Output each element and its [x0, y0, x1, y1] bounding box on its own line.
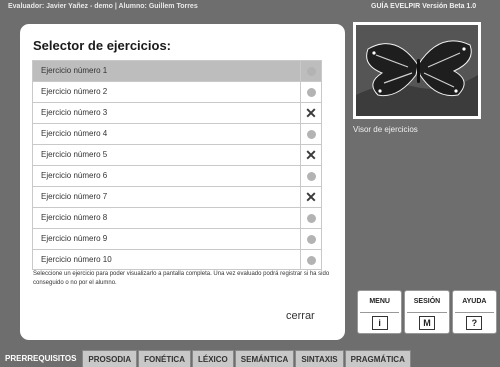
help-label: AYUDA	[462, 298, 487, 305]
exercise-viewer[interactable]	[353, 22, 481, 119]
tab-lexico[interactable]: LÉXICO	[191, 350, 234, 367]
session-icon: M	[418, 316, 435, 330]
status-cell[interactable]	[300, 61, 321, 81]
status-cell[interactable]	[300, 82, 321, 102]
tab-sintaxis[interactable]: SINTAXIS	[295, 350, 344, 367]
pending-dot-icon	[306, 66, 316, 76]
status-cell[interactable]	[300, 124, 321, 144]
exercise-label: Ejercicio número 1	[41, 66, 108, 75]
exercise-list: Ejercicio número 1 Ejercicio número 2 Ej…	[32, 60, 322, 270]
status-cell[interactable]	[300, 166, 321, 186]
pending-dot-icon	[306, 255, 316, 265]
butterfly-icon	[356, 25, 478, 116]
exercise-row[interactable]: Ejercicio número 6	[32, 165, 322, 186]
status-cell[interactable]	[300, 208, 321, 228]
viewer-label: Visor de ejercicios	[353, 125, 418, 134]
close-button[interactable]: cerrar	[286, 310, 315, 322]
help-button[interactable]: AYUDA ?	[451, 290, 497, 334]
tab-prerrequisitos[interactable]: PRERREQUISITOS	[0, 350, 82, 367]
app-version: GUÍA EVELPIR Versión Beta 1.0	[371, 3, 477, 10]
exercise-row[interactable]: Ejercicio número 4	[32, 123, 322, 144]
status-cell[interactable]	[300, 250, 321, 270]
butterfly-image	[356, 25, 478, 116]
info-icon: i	[371, 316, 388, 330]
exercise-row[interactable]: Ejercicio número 1	[32, 60, 322, 81]
exercise-label: Ejercicio número 4	[41, 129, 108, 138]
exercise-label: Ejercicio número 2	[41, 87, 108, 96]
exercise-label: Ejercicio número 3	[41, 108, 108, 117]
pending-dot-icon	[306, 129, 316, 139]
exercise-label: Ejercicio número 6	[41, 171, 108, 180]
pending-dot-icon	[306, 171, 316, 181]
pending-dot-icon	[306, 87, 316, 97]
tab-pragmatica[interactable]: PRAGMÁTICA	[344, 350, 411, 367]
tab-prosodia[interactable]: PROSODIA	[82, 350, 138, 367]
status-cell[interactable]	[300, 229, 321, 249]
exercise-row[interactable]: Ejercicio número 9	[32, 228, 322, 249]
menu-label: MENU	[369, 298, 390, 305]
help-icon: ?	[466, 316, 483, 330]
status-cell[interactable]: ✕	[300, 103, 321, 123]
exercise-row[interactable]: Ejercicio número 8	[32, 207, 322, 228]
tab-fonetica[interactable]: FONÉTICA	[138, 350, 191, 367]
cross-icon: ✕	[305, 189, 317, 205]
cross-icon: ✕	[305, 105, 317, 121]
session-button[interactable]: SESIÓN M	[404, 290, 450, 334]
session-label: SESIÓN	[413, 298, 441, 305]
exercise-row[interactable]: Ejercicio número 5 ✕	[32, 144, 322, 165]
exercise-selector-panel: Selector de ejercicios: Ejercicio número…	[20, 24, 345, 340]
exercise-row[interactable]: Ejercicio número 3 ✕	[32, 102, 322, 123]
exercise-label: Ejercicio número 10	[41, 255, 112, 264]
panel-title: Selector de ejercicios:	[33, 38, 172, 53]
tab-semantica[interactable]: SEMÁNTICA	[234, 350, 295, 367]
cross-icon: ✕	[305, 147, 317, 163]
pending-dot-icon	[306, 213, 316, 223]
category-tabs: PRERREQUISITOS PROSODIA FONÉTICA LÉXICO …	[0, 349, 500, 367]
instructions-text: Seleccione un ejercicio para poder visua…	[33, 271, 330, 286]
pending-dot-icon	[306, 234, 316, 244]
top-bar: Evaluador: Javier Yañez - demo | Alumno:…	[0, 0, 500, 14]
evaluator-info: Evaluador: Javier Yañez - demo | Alumno:…	[8, 3, 198, 10]
action-buttons: MENU i SESIÓN M AYUDA ?	[357, 290, 497, 334]
status-cell[interactable]: ✕	[300, 145, 321, 165]
exercise-label: Ejercicio número 9	[41, 234, 108, 243]
exercise-row[interactable]: Ejercicio número 2	[32, 81, 322, 102]
exercise-label: Ejercicio número 5	[41, 150, 108, 159]
exercise-label: Ejercicio número 8	[41, 213, 108, 222]
menu-button[interactable]: MENU i	[357, 290, 403, 334]
exercise-label: Ejercicio número 7	[41, 192, 108, 201]
exercise-row[interactable]: Ejercicio número 10	[32, 249, 322, 270]
exercise-row[interactable]: Ejercicio número 7 ✕	[32, 186, 322, 207]
status-cell[interactable]: ✕	[300, 187, 321, 207]
